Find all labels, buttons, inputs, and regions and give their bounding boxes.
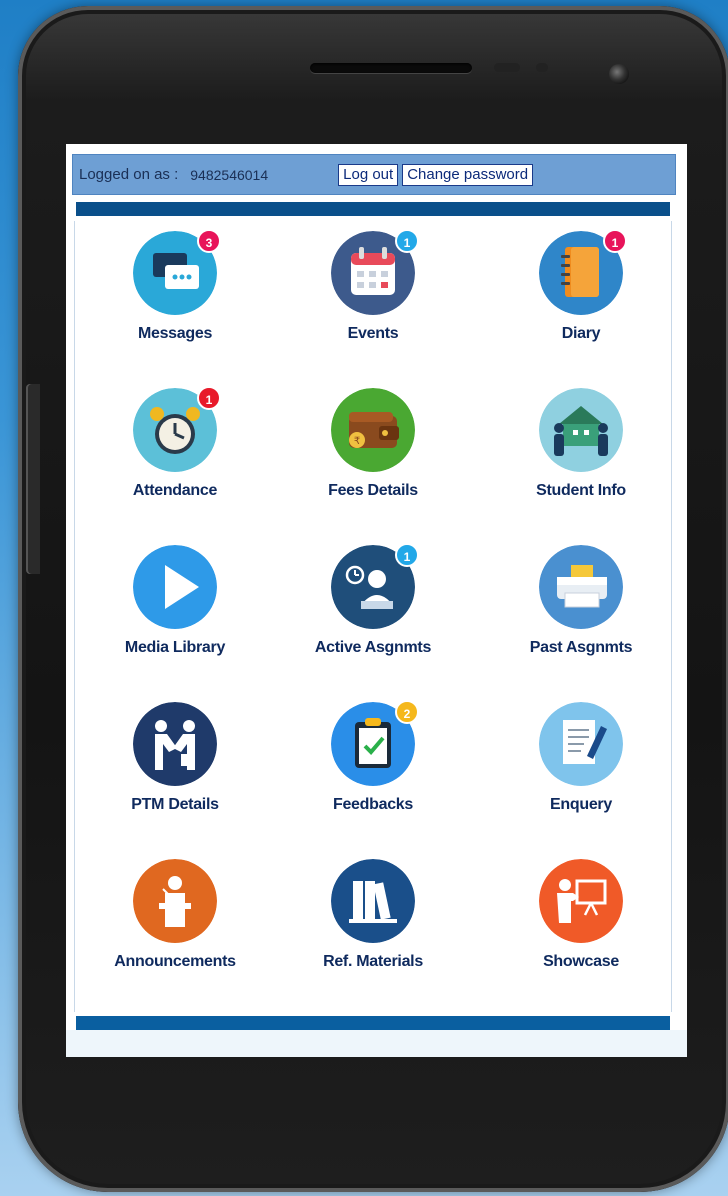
tile-announcements[interactable]: Announcements [85, 849, 265, 989]
tile-label: Feedbacks [332, 796, 413, 813]
podium-speaker-icon [133, 859, 217, 943]
family-house-icon [539, 388, 623, 472]
notification-badge: 1 [197, 386, 221, 410]
phone-speaker [310, 63, 472, 73]
tile-label: Media Library [124, 639, 226, 656]
tile-events[interactable]: 1 Events [283, 221, 463, 361]
notification-badge: 1 [395, 543, 419, 567]
header-divider [76, 202, 670, 216]
tile-attendance[interactable]: 1 Attendance [85, 378, 265, 518]
tile-label: Fees Details [328, 482, 418, 499]
logged-on-label: Logged on as : [79, 166, 179, 183]
books-icon [331, 859, 415, 943]
play-icon [133, 545, 217, 629]
tile-fees-details[interactable]: ₹ Fees Details [283, 378, 463, 518]
document-pen-icon [539, 702, 623, 786]
presentation-board-icon [539, 859, 623, 943]
tile-enquery[interactable]: Enquery [491, 692, 671, 832]
tile-label: Messages [137, 325, 213, 342]
tile-diary[interactable]: 1 Diary [491, 221, 671, 361]
phone-sensor [536, 63, 548, 72]
app-screen: Logged on as : 9482546014 Log out Change… [66, 144, 687, 1057]
notification-badge: 1 [603, 229, 627, 253]
tile-label: Student Info [536, 482, 626, 499]
handshake-icon [133, 702, 217, 786]
footer-strip [66, 1030, 687, 1057]
tile-label: Past Asgnmts [529, 639, 633, 656]
tile-label: Ref. Materials [323, 953, 423, 970]
tile-student-info[interactable]: Student Info [491, 378, 671, 518]
tile-label: PTM Details [131, 796, 219, 813]
tile-label: Active Asgnmts [314, 639, 432, 656]
header-bar: Logged on as : 9482546014 Log out Change… [72, 154, 676, 195]
change-password-button[interactable]: Change password [402, 163, 534, 186]
tile-label: Showcase [543, 953, 619, 970]
dashboard-grid: 3 Messages 1 Events 1 Diary 1 Attendance ₹ Fees D… [74, 221, 672, 1012]
logout-button[interactable]: Log out [338, 163, 399, 186]
tile-past-asgnmts[interactable]: Past Asgnmts [491, 535, 671, 675]
tile-active-asgnmts[interactable]: 1 Active Asgnmts [283, 535, 463, 675]
tile-label: Enquery [550, 796, 612, 813]
notification-badge: 2 [395, 700, 419, 724]
tile-label: Attendance [132, 482, 218, 499]
wallet-icon: ₹ [331, 388, 415, 472]
tile-label: Events [347, 325, 399, 342]
phone-camera [609, 64, 629, 84]
tile-messages[interactable]: 3 Messages [85, 221, 265, 361]
user-id: 9482546014 [190, 166, 269, 183]
tile-feedbacks[interactable]: 2 Feedbacks [283, 692, 463, 832]
footer-divider [76, 1016, 670, 1030]
tile-label: Announcements [114, 953, 236, 970]
tile-media-library[interactable]: Media Library [85, 535, 265, 675]
phone-side-button [26, 384, 40, 574]
tile-label: Diary [561, 325, 601, 342]
notification-badge: 3 [197, 229, 221, 253]
printer-icon [539, 545, 623, 629]
tile-ref-materials[interactable]: Ref. Materials [283, 849, 463, 989]
tile-showcase[interactable]: Showcase [491, 849, 671, 989]
notification-badge: 1 [395, 229, 419, 253]
phone-sensor [494, 63, 520, 72]
svg-text:₹: ₹ [354, 436, 360, 447]
tile-ptm-details[interactable]: PTM Details [85, 692, 265, 832]
